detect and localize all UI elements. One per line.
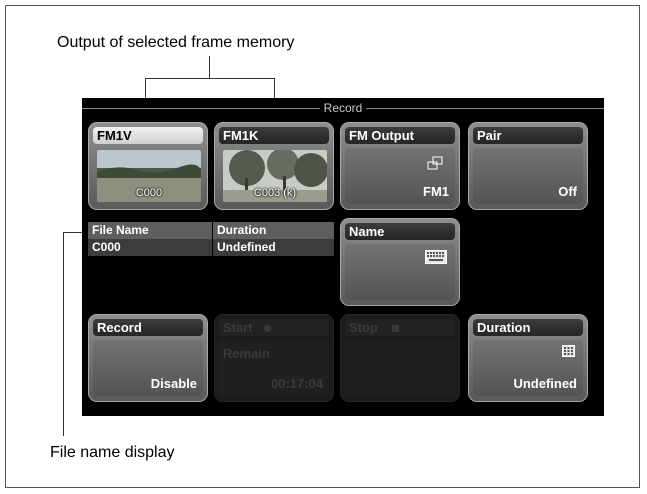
panel-title-bar: Record [82, 101, 604, 115]
record-dot-icon [264, 325, 272, 332]
table-header-row: File Name Duration [88, 222, 334, 239]
record-menu-panel: Record FM1V C000 FM1K C003 (k) FM Output… [82, 98, 604, 416]
record-label: Record [93, 319, 203, 336]
pair-label: Pair [473, 127, 583, 144]
record-value: Disable [150, 376, 197, 391]
start-label: Start [223, 320, 253, 335]
record-button[interactable]: Record Disable [88, 314, 208, 402]
stop-square-icon [391, 325, 399, 332]
column-header-duration: Duration [213, 222, 334, 239]
start-button[interactable]: Start Remain 00:17:04 [214, 314, 334, 402]
fm1v-label: FM1V [93, 127, 203, 144]
fm1k-label: FM1K [219, 127, 329, 144]
fm-output-value: FM1 [423, 184, 449, 199]
callout-frame-memory-output: Output of selected frame memory [57, 34, 295, 51]
callout-line [63, 232, 64, 436]
duration-value: Undefined [513, 376, 577, 391]
callout-file-name-display: File name display [50, 444, 175, 461]
fm1k-thumb-text: C003 (k) [253, 187, 297, 199]
remain-time: 00:17:04 [270, 376, 323, 391]
name-label: Name [345, 223, 455, 240]
file-table: File Name Duration C000 Undefined [88, 222, 334, 256]
stop-button[interactable]: Stop [340, 314, 460, 402]
name-button[interactable]: Name [340, 218, 460, 306]
numeric-keypad-icon [562, 345, 575, 357]
stop-label: Stop [349, 320, 378, 335]
callout-line [145, 78, 275, 79]
column-header-file-name: File Name [88, 222, 212, 239]
frame-output-icon [427, 156, 443, 170]
fm-output-button[interactable]: FM Output FM1 [340, 122, 460, 210]
duration-button[interactable]: Duration Undefined [468, 314, 588, 402]
remain-label: Remain [223, 346, 270, 361]
keyboard-icon [425, 250, 447, 264]
pair-button[interactable]: Pair Off [468, 122, 588, 210]
pair-value: Off [558, 184, 577, 199]
duration-label: Duration [473, 319, 583, 336]
duration-cell: Undefined [213, 239, 334, 256]
table-row[interactable]: C000 Undefined [88, 239, 334, 256]
fm1k-thumbnail: C003 (k) [223, 150, 327, 202]
panel-title: Record [319, 101, 367, 115]
fm1k-button[interactable]: FM1K C003 (k) [214, 122, 334, 210]
file-name-cell: C000 [88, 239, 212, 256]
fm1v-thumb-text: C000 [135, 187, 163, 199]
callout-line [209, 56, 210, 78]
fm1v-button[interactable]: FM1V C000 [88, 122, 208, 210]
fm-output-label: FM Output [345, 127, 455, 144]
fm1v-thumbnail: C000 [97, 150, 201, 202]
